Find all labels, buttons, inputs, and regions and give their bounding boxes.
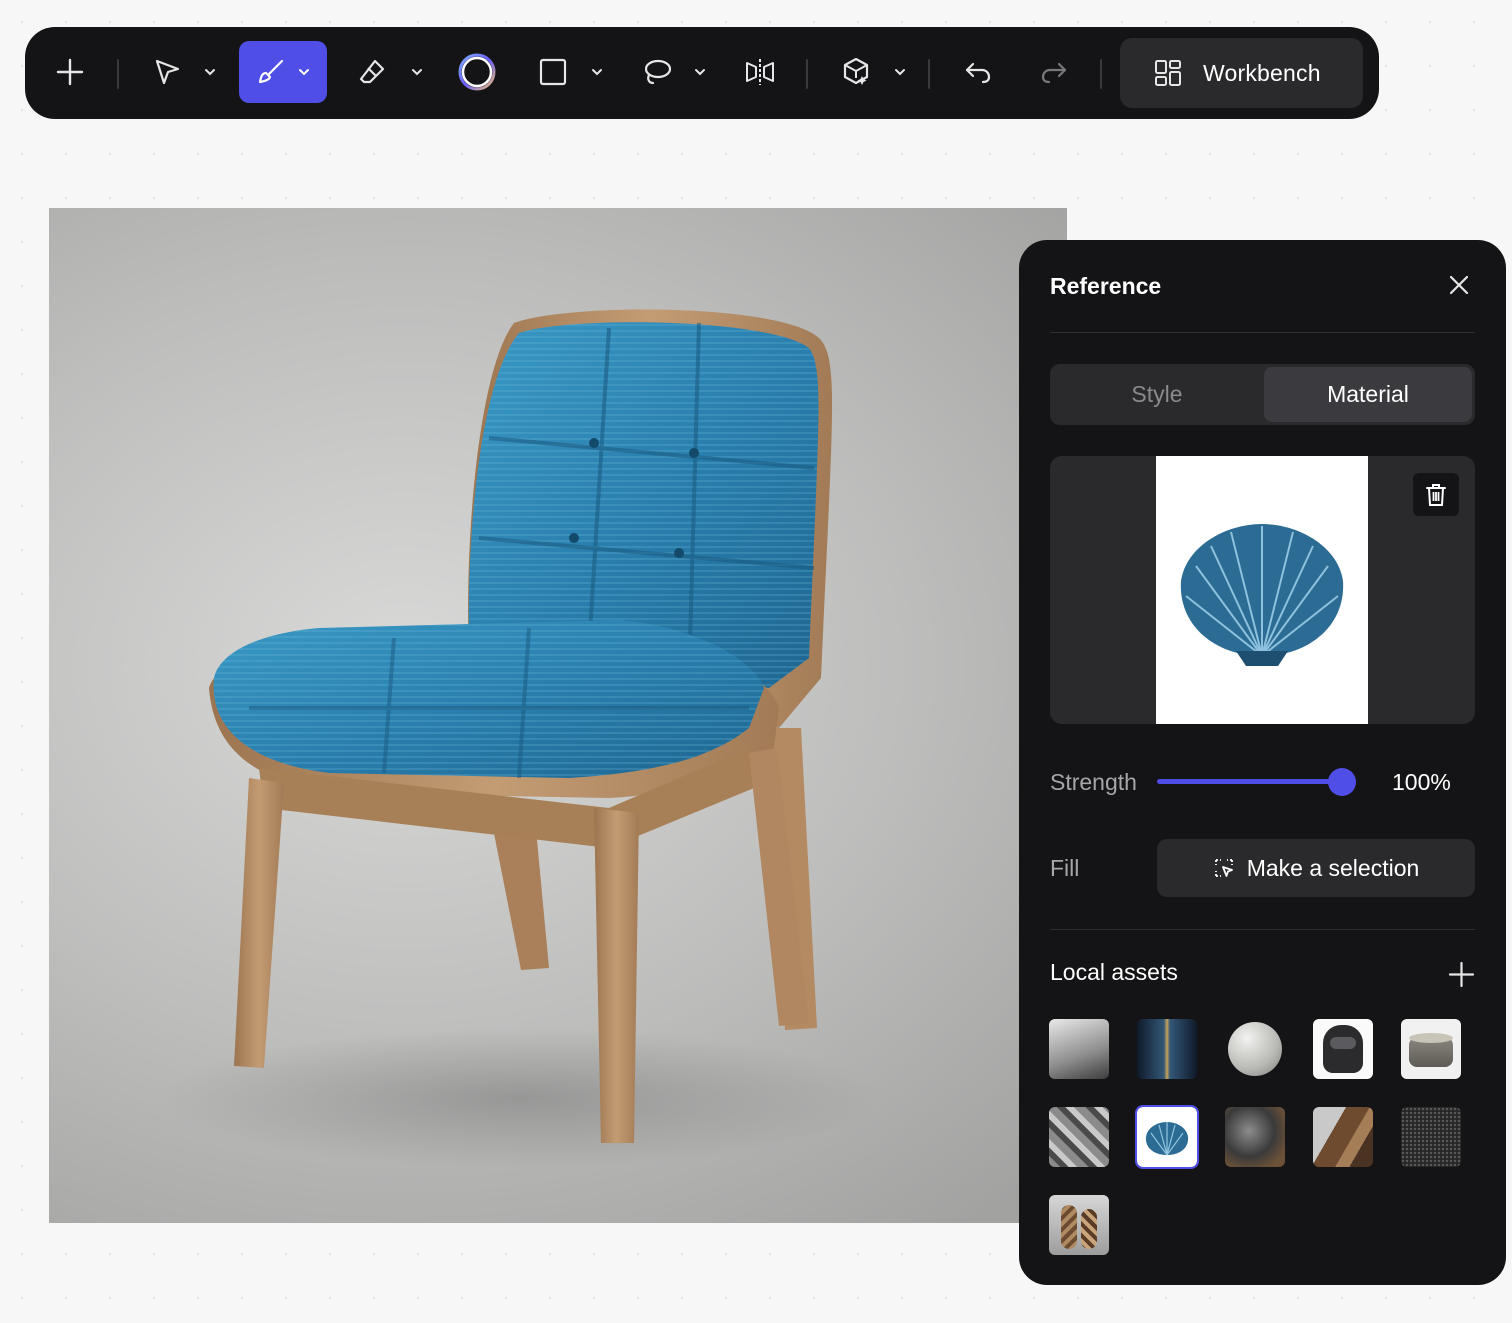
add-asset-button[interactable]: [1448, 961, 1475, 988]
seashell-icon: [1145, 1122, 1189, 1156]
tab-style[interactable]: Style: [1053, 367, 1261, 422]
lasso-icon: [644, 59, 672, 85]
undo-icon: [965, 62, 991, 84]
lasso-tool-button[interactable]: [634, 41, 680, 103]
tab-material[interactable]: Material: [1264, 367, 1472, 422]
plus-icon: [1448, 961, 1475, 988]
toolbar: Workbench: [25, 27, 1379, 119]
strength-slider-thumb[interactable]: [1328, 768, 1356, 796]
color-ring-icon: [458, 53, 496, 91]
asset-thumb-seashell[interactable]: [1135, 1105, 1199, 1169]
trash-icon: [1426, 483, 1446, 506]
chevron-down-icon: [695, 69, 705, 76]
mirror-tool-button[interactable]: [738, 41, 782, 103]
add-button[interactable]: [49, 41, 91, 103]
asset-thumb-sphere[interactable]: [1225, 1019, 1285, 1079]
toolbar-separator: [117, 59, 119, 89]
redo-button[interactable]: [1031, 41, 1077, 103]
reference-panel: Reference Style Material Strength 100% F: [1019, 240, 1506, 1285]
3d-tool-dropdown[interactable]: [889, 61, 911, 83]
asset-thumb-helmet[interactable]: [1313, 1019, 1373, 1079]
eraser-tool-button[interactable]: [350, 41, 394, 103]
asset-thumb-rock[interactable]: [1225, 1107, 1285, 1167]
redo-icon: [1041, 62, 1067, 84]
asset-thumb-vases[interactable]: [1049, 1195, 1109, 1255]
reference-image: [1156, 456, 1368, 724]
workbench-label: Workbench: [1203, 59, 1321, 86]
canvas-image[interactable]: [49, 208, 1067, 1223]
toolbar-separator: [806, 59, 808, 89]
toolbar-separator: [1100, 59, 1102, 89]
strength-slider-track[interactable]: [1157, 779, 1341, 784]
asset-thumb-wood-swirl[interactable]: [1313, 1107, 1373, 1167]
reference-type-tabs: Style Material: [1050, 364, 1475, 425]
rectangle-tool-button[interactable]: [531, 41, 575, 103]
chevron-down-icon: [299, 69, 309, 76]
color-picker-button[interactable]: [453, 41, 501, 103]
chevron-down-icon: [592, 69, 602, 76]
asset-thumb-stone-bowl[interactable]: [1401, 1019, 1461, 1079]
local-assets-title: Local assets: [1050, 959, 1178, 985]
fill-label: Fill: [1050, 855, 1080, 881]
layout-grid-icon: [1155, 60, 1181, 86]
brush-icon: [258, 59, 284, 84]
divider: [1050, 929, 1475, 930]
asset-thumb-interior[interactable]: [1049, 1019, 1109, 1079]
workbench-button[interactable]: Workbench: [1120, 38, 1363, 108]
chevron-down-icon: [412, 69, 422, 76]
close-button[interactable]: [1447, 273, 1471, 297]
reference-preview: [1050, 456, 1475, 724]
eraser-icon: [359, 59, 385, 84]
strength-value: 100%: [1392, 769, 1451, 795]
chair-render: [159, 309, 879, 1168]
eraser-tool-dropdown[interactable]: [406, 61, 428, 83]
chevron-down-icon: [895, 69, 905, 76]
asset-thumb-cathedral[interactable]: [1137, 1019, 1197, 1079]
make-selection-button[interactable]: Make a selection: [1157, 839, 1475, 897]
toolbar-separator: [928, 59, 930, 89]
chevron-down-icon: [205, 69, 215, 76]
brush-tool-button[interactable]: [239, 41, 327, 103]
close-icon: [1449, 275, 1469, 295]
selection-cursor-icon: [1214, 859, 1233, 877]
asset-thumb-collage[interactable]: [1049, 1107, 1109, 1167]
undo-button[interactable]: [955, 41, 1001, 103]
cursor-arrow-icon: [155, 59, 180, 85]
flip-icon: [746, 59, 774, 85]
3d-tool-button[interactable]: [833, 41, 879, 103]
divider: [1050, 332, 1475, 333]
plus-icon: [56, 58, 84, 86]
square-icon: [539, 58, 567, 86]
select-tool-dropdown[interactable]: [199, 61, 221, 83]
make-selection-label: Make a selection: [1246, 854, 1420, 881]
strength-label: Strength: [1050, 769, 1137, 795]
select-tool-button[interactable]: [145, 41, 189, 103]
seashell-image: [1180, 524, 1344, 666]
cube-sparkle-icon: [843, 57, 869, 85]
delete-reference-button[interactable]: [1413, 473, 1459, 516]
rectangle-tool-dropdown[interactable]: [586, 61, 608, 83]
lasso-tool-dropdown[interactable]: [689, 61, 711, 83]
asset-thumb-granite[interactable]: [1401, 1107, 1461, 1167]
panel-title: Reference: [1050, 273, 1162, 299]
